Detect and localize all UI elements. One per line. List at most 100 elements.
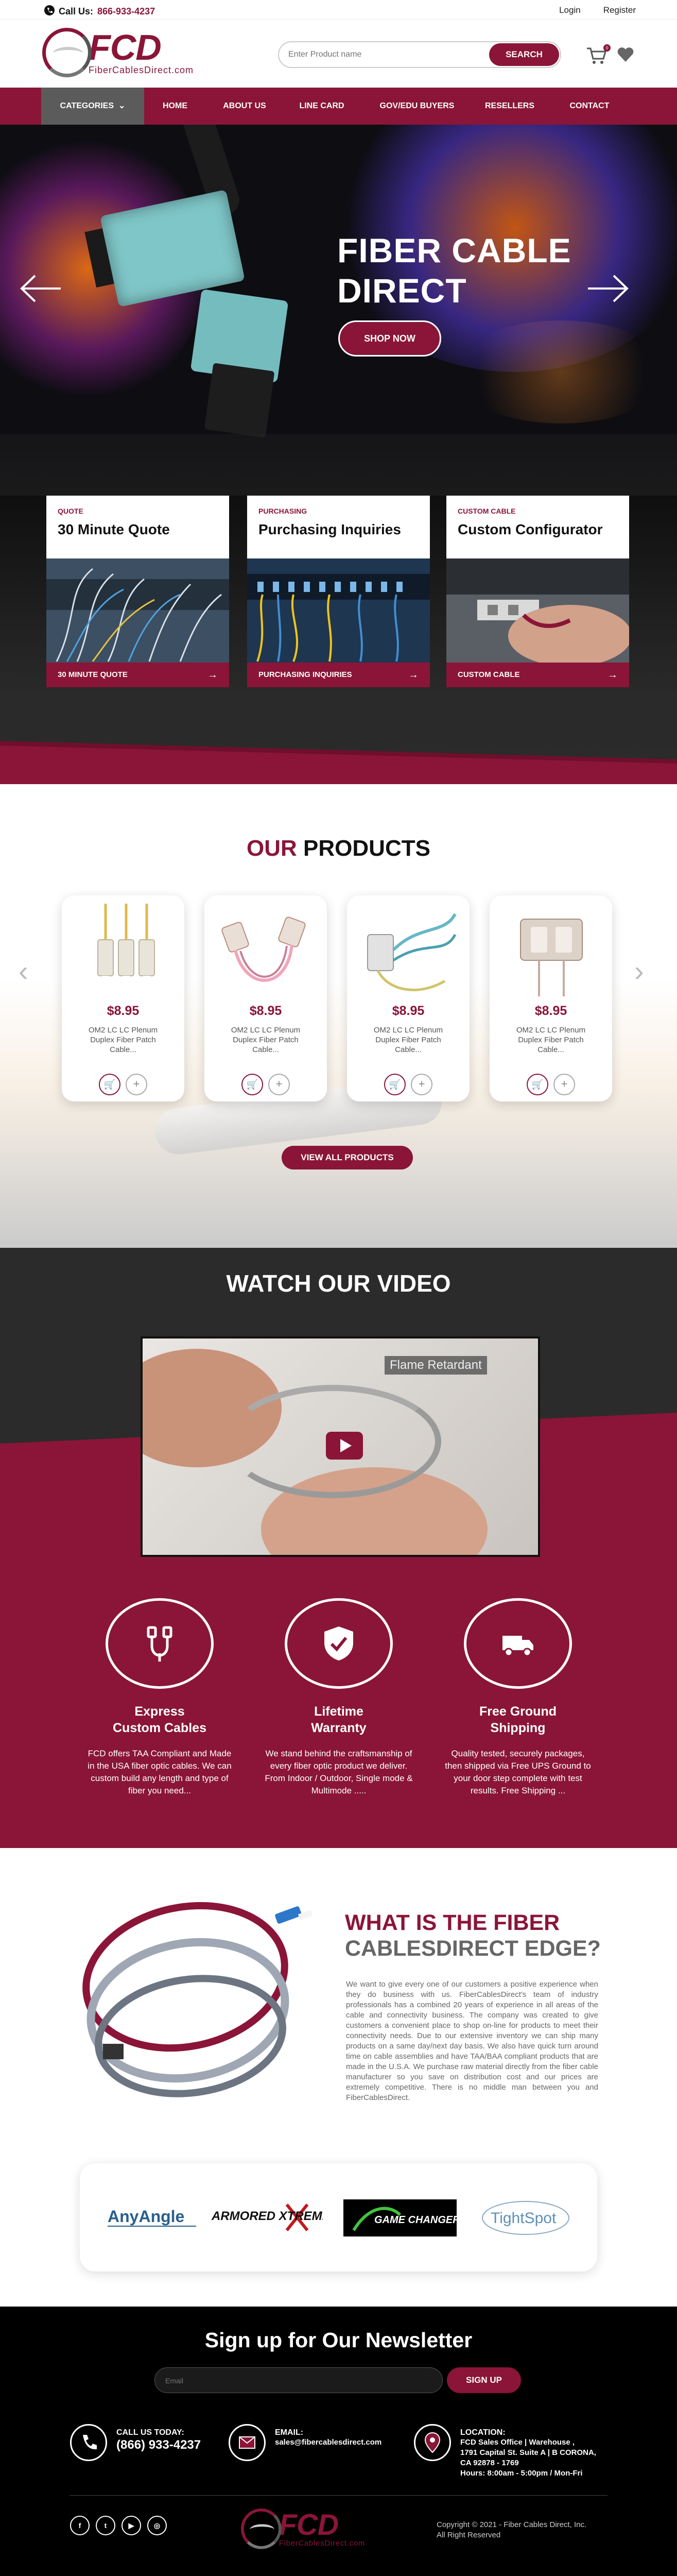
add-to-cart-button[interactable]: 🛒 <box>527 1074 548 1095</box>
call-us[interactable]: Call Us: 866-933-4237 <box>44 5 155 18</box>
card-image-network-cables <box>46 558 229 663</box>
card-bar-button[interactable]: PURCHASING INQUIRIES → <box>247 663 430 687</box>
hero-title: FIBER CABLE DIRECT <box>337 230 571 311</box>
register-link[interactable]: Register <box>603 5 636 15</box>
twitter-icon[interactable]: t <box>96 2516 115 2535</box>
product-card[interactable]: $8.95 OM2 LC LC Plenum Duplex Fiber Patc… <box>347 895 470 1101</box>
search-input[interactable] <box>288 48 474 61</box>
card-purchasing[interactable]: PURCHASING Purchasing Inquiries PURCHASI… <box>247 496 430 687</box>
nav-about[interactable]: ABOUT US <box>216 88 273 125</box>
card-title: Custom Configurator <box>458 521 603 537</box>
cable-plug-icon <box>147 1626 172 1662</box>
edge-heading: WHAT IS THE FIBER CABLESDIRECT EDGE? <box>345 1910 601 1961</box>
heart-icon[interactable] <box>617 46 634 67</box>
product-card[interactable]: $8.95 OM2 LC LC Plenum Duplex Fiber Patc… <box>490 895 612 1101</box>
brand-logos-panel: AnyAngle ARMORED XTREME GAME CHANGER Tig… <box>80 2163 597 2272</box>
newsletter-email-input[interactable] <box>165 2375 371 2386</box>
login-link[interactable]: Login <box>559 5 581 15</box>
youtube-icon[interactable]: ▶ <box>121 2516 141 2535</box>
card-bar-button[interactable]: CUSTOM CABLE → <box>446 663 629 687</box>
products-next-arrow-icon[interactable]: › <box>634 954 644 988</box>
product-name[interactable]: OM2 LC LC Plenum Duplex Fiber Patch Cabl… <box>362 1025 454 1055</box>
product-image <box>520 919 583 996</box>
hero-connector-base <box>204 363 275 438</box>
email-value[interactable]: sales@fibercablesdirect.com <box>275 2437 381 2448</box>
card-bar-label: CUSTOM CABLE <box>458 670 520 679</box>
edge-heading-line2: CABLESDIRECT EDGE? <box>345 1936 601 1961</box>
edge-heading-line1: WHAT IS THE FIBER <box>345 1910 560 1935</box>
product-name[interactable]: OM2 LC LC Plenum Duplex Fiber Patch Cabl… <box>505 1025 597 1055</box>
card-bar-label: 30 MINUTE QUOTE <box>58 670 128 679</box>
site-logo[interactable]: FCD FiberCablesDirect.com <box>42 28 194 77</box>
copyright-line2: All Right Reserved <box>437 2531 501 2539</box>
view-all-products-button[interactable]: VIEW ALL PRODUCTS <box>282 1146 413 1170</box>
newsletter-signup-button[interactable]: SIGN UP <box>447 2367 521 2393</box>
video-player[interactable]: Flame Retardant <box>141 1336 540 1557</box>
hero-fire-bottom <box>453 320 669 423</box>
search-button[interactable]: SEARCH <box>489 43 559 66</box>
location-line4: Hours: 8:00am - 5:00pm / Mon-Fri <box>460 2469 583 2478</box>
call-phone[interactable]: 866-933-4237 <box>97 6 155 17</box>
contact-location[interactable]: LOCATION: FCD Sales Office | Warehouse ,… <box>414 2424 596 2479</box>
phone-icon <box>70 2424 107 2461</box>
contact-phone[interactable]: CALL US TODAY: (866) 933-4237 <box>70 2424 201 2461</box>
nav-home[interactable]: HOME <box>154 88 196 125</box>
video-heading: WATCH OUR VIDEO <box>226 1270 451 1297</box>
truck-icon <box>502 1636 533 1657</box>
hero-prev-arrow-icon[interactable] <box>20 268 62 313</box>
envelope-icon <box>229 2424 266 2461</box>
shop-now-button[interactable]: SHOP NOW <box>338 320 441 357</box>
hero-title-line1: FIBER CABLE <box>337 231 571 269</box>
play-icon[interactable] <box>326 1432 363 1460</box>
product-price: $8.95 <box>534 1004 567 1018</box>
arrow-right-icon: → <box>607 669 618 681</box>
main-nav: CATEGORIES ⌄ HOME ABOUT US LINE CARD GOV… <box>0 88 677 125</box>
card-image-hand-plug <box>446 558 629 663</box>
search-bar: SEARCH <box>278 41 561 68</box>
call-value[interactable]: (866) 933-4237 <box>116 2437 201 2453</box>
svg-text:TightSpot: TightSpot <box>491 2210 557 2227</box>
location-line2: 1791 Capital St. Suite A | B CORONA, <box>460 2448 596 2457</box>
add-to-wishlist-button[interactable]: + <box>553 1074 575 1095</box>
arrow-right-icon: → <box>207 669 218 681</box>
brand-tightspot-logo[interactable]: TightSpot <box>480 2199 571 2236</box>
product-name[interactable]: OM2 LC LC Plenum Duplex Fiber Patch Cabl… <box>220 1025 311 1055</box>
card-image-patch-panel <box>247 558 430 663</box>
footer-logo[interactable]: FCD FiberCablesDirect.com <box>241 2509 365 2549</box>
feature-ring <box>106 1598 214 1689</box>
add-to-wishlist-button[interactable]: + <box>268 1074 290 1095</box>
products-prev-arrow-icon[interactable]: ‹ <box>19 954 28 988</box>
hero-next-arrow-icon[interactable] <box>587 268 629 313</box>
products-heading-rest: PRODUCTS <box>303 836 430 861</box>
facebook-icon[interactable]: f <box>70 2516 90 2535</box>
add-to-cart-button[interactable]: 🛒 <box>384 1074 406 1095</box>
brand-armored-xtreme-logo[interactable]: ARMORED XTREME <box>210 2199 331 2236</box>
add-to-cart-button[interactable]: 🛒 <box>99 1074 120 1095</box>
chevron-down-icon: ⌄ <box>116 101 126 110</box>
product-name[interactable]: OM2 LC LC Plenum Duplex Fiber Patch Cabl… <box>77 1025 169 1055</box>
location-line1: FCD Sales Office | Warehouse , <box>460 2438 575 2447</box>
product-price: $8.95 <box>249 1004 282 1018</box>
card-custom-cable[interactable]: CUSTOM CABLE Custom Configurator CUSTOM … <box>446 496 629 687</box>
brand-game-changer-logo[interactable]: GAME CHANGER <box>343 2199 460 2236</box>
product-card[interactable]: $8.95 OM2 LC LC Plenum Duplex Fiber Patc… <box>204 895 327 1101</box>
card-quote[interactable]: QUOTE 30 Minute Quote 30 MINUTE QUOTE → <box>46 496 229 687</box>
add-to-cart-button[interactable]: 🛒 <box>241 1074 263 1095</box>
nav-gov-edu[interactable]: GOV/EDU BUYERS <box>373 88 461 125</box>
svg-text:ARMORED XTREME: ARMORED XTREME <box>211 2209 323 2223</box>
nav-resellers[interactable]: RESELLERS <box>479 88 541 125</box>
card-bar-button[interactable]: 30 MINUTE QUOTE → <box>46 663 229 687</box>
instagram-icon[interactable]: ◎ <box>147 2516 167 2535</box>
nav-contact[interactable]: CONTACT <box>561 88 618 125</box>
nav-line-card[interactable]: LINE CARD <box>291 88 353 125</box>
video-section: WATCH OUR VIDEO Flame Retardant Express C… <box>0 1248 677 1848</box>
brand-anyangle-logo[interactable]: AnyAngle <box>106 2199 198 2236</box>
nav-categories[interactable]: CATEGORIES ⌄ <box>41 88 144 125</box>
add-to-wishlist-button[interactable]: + <box>126 1074 147 1095</box>
edge-section: WHAT IS THE FIBER CABLESDIRECT EDGE? We … <box>0 1848 677 2307</box>
svg-text:AnyAngle: AnyAngle <box>108 2207 184 2226</box>
product-card[interactable]: $8.95 OM2 LC LC Plenum Duplex Fiber Patc… <box>62 895 184 1101</box>
contact-email[interactable]: EMAIL: sales@fibercablesdirect.com <box>229 2424 381 2461</box>
cart-icon[interactable] <box>586 46 606 70</box>
add-to-wishlist-button[interactable]: + <box>411 1074 432 1095</box>
